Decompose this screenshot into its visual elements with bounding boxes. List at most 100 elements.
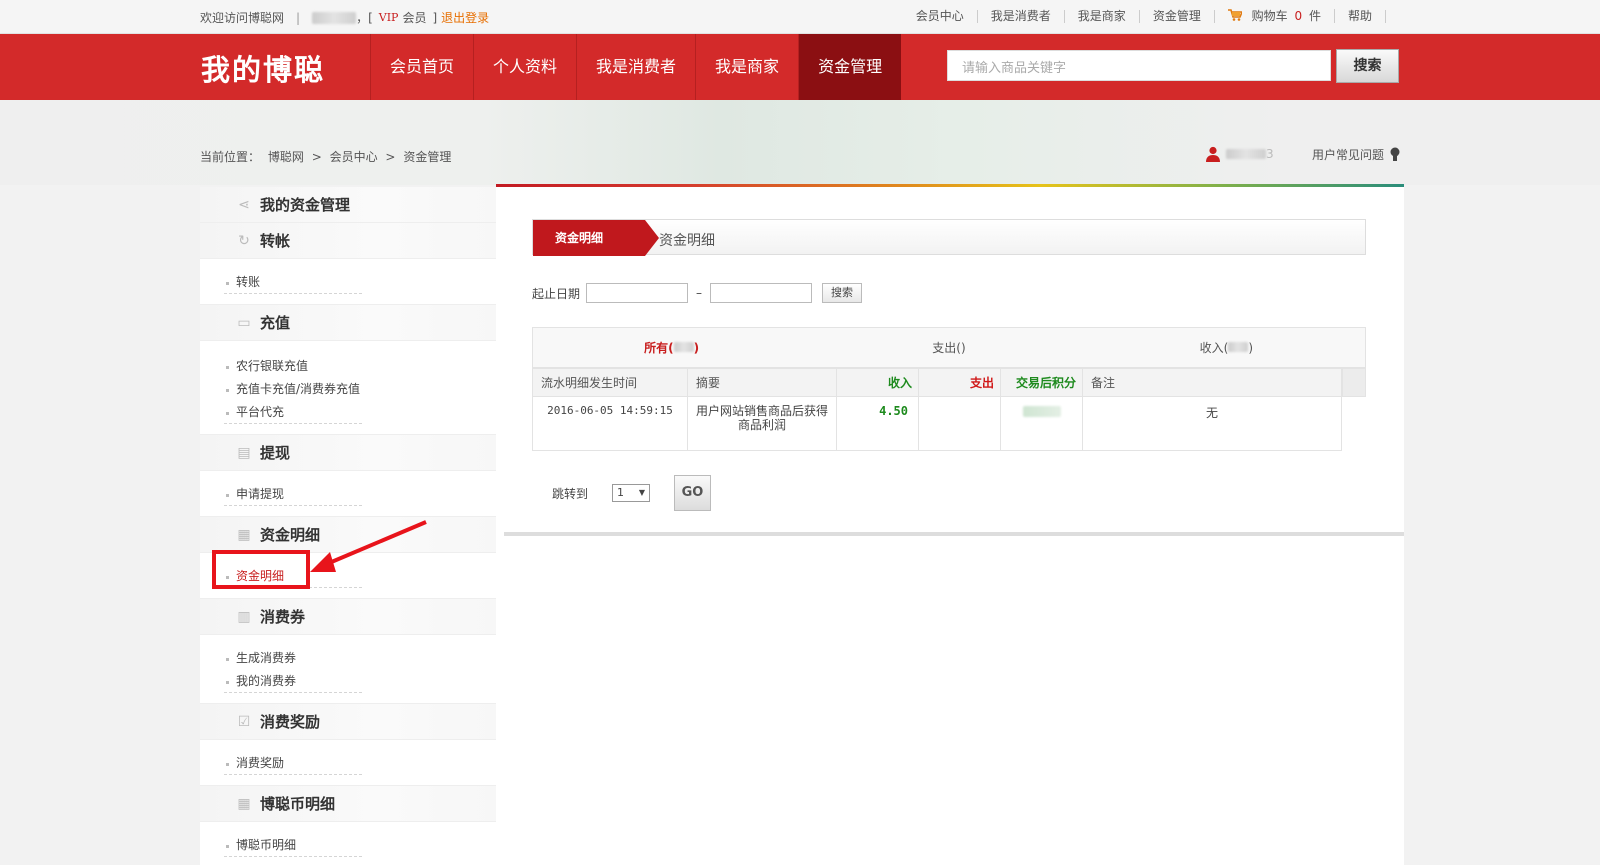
sidebar-group-title: ▭ 充值 bbox=[200, 305, 496, 341]
tab-title: 资金明细 bbox=[659, 233, 715, 249]
nav-member-home[interactable]: 会员首页 bbox=[370, 34, 473, 100]
annotation-arrow-icon bbox=[310, 520, 427, 572]
main-header: 我的博聪 会员首页 个人资料 我是消费者 我是商家 资金管理 请输入商品关键字 … bbox=[0, 34, 1600, 100]
member-label: 会员 bbox=[402, 11, 427, 25]
sidebar-item-card-recharge[interactable]: 充值卡充值/消费券充值 bbox=[224, 378, 384, 401]
vip-bracket-open: ，[ bbox=[356, 11, 373, 25]
breadcrumb: 当前位置： 博聪网 > 会员中心 > 资金管理 bbox=[200, 148, 455, 165]
breadcrumb-label: 当前位置： bbox=[200, 150, 261, 164]
sidebar-group-title: ↻ 转帐 bbox=[200, 223, 496, 259]
col-expense: 支出 bbox=[918, 368, 1001, 397]
vip-badge: VIP bbox=[378, 11, 399, 24]
table-header-row: 流水明细发生时间 摘要 收入 支出 交易后积分 备注 bbox=[532, 368, 1342, 397]
tab-fund-detail[interactable]: 资金明细 bbox=[533, 220, 659, 256]
end-date-input[interactable] bbox=[710, 283, 813, 303]
sidebar-item-my-voucher[interactable]: 我的消费券 bbox=[224, 670, 362, 693]
date-filter: 起止日期 – 搜索 bbox=[532, 283, 863, 303]
col-time: 流水明细发生时间 bbox=[532, 368, 688, 397]
username-suffix: 3 bbox=[1266, 147, 1274, 161]
cart-count: 0 bbox=[1294, 9, 1303, 23]
date-search-button[interactable]: 搜索 bbox=[822, 283, 863, 303]
col-remark: 备注 bbox=[1082, 368, 1342, 397]
sidebar-sub-list: 转账 bbox=[200, 259, 496, 304]
top-bar: 欢迎访问博聪网 | ，[ VIP 会员 ] 退出登录 会员中心 我是消费者 我是… bbox=[0, 0, 1600, 34]
checkbox-icon: ☑ bbox=[237, 714, 251, 730]
ledger-icon: ▦ bbox=[237, 527, 251, 543]
site-logo[interactable]: 我的博聪 bbox=[201, 47, 325, 89]
nav-merchant[interactable]: 我是商家 bbox=[695, 34, 798, 100]
link-funds[interactable]: 资金管理 bbox=[1140, 9, 1215, 23]
map-icon: ▥ bbox=[237, 609, 251, 625]
sidebar-sub-list: 生成消费券 我的消费券 bbox=[200, 635, 496, 703]
breadcrumb-sep: > bbox=[385, 150, 396, 164]
sidebar-group-withdraw: ▤ 提现 申请提现 bbox=[200, 435, 496, 517]
fund-detail-table: 流水明细发生时间 摘要 收入 支出 交易后积分 备注 2016-06-05 14… bbox=[532, 368, 1342, 451]
content-divider bbox=[504, 532, 1404, 536]
welcome-text: 欢迎访问博聪网 bbox=[200, 11, 285, 25]
search-input[interactable]: 请输入商品关键字 bbox=[947, 50, 1331, 81]
sidebar-item-reward[interactable]: 消费奖励 bbox=[224, 752, 362, 775]
fund-table: 所有() 支出() 收入() 流水明细发生时间 摘要 收入 支出 交易后积分 备… bbox=[532, 327, 1366, 451]
page-select[interactable]: 1 bbox=[612, 484, 651, 502]
sidebar-group-reward: ☑ 消费奖励 消费奖励 bbox=[200, 704, 496, 786]
cart-icon bbox=[1227, 9, 1242, 21]
sidebar-item-create-voucher[interactable]: 生成消费券 bbox=[224, 647, 362, 670]
table-scrollbar[interactable] bbox=[1342, 368, 1366, 397]
table-row: 2016-06-05 14:59:15 用户网站销售商品后获得商品利润 4.50… bbox=[532, 396, 1342, 451]
separator: | bbox=[296, 10, 301, 25]
ledger-icon: ▦ bbox=[237, 796, 251, 812]
cell-time: 2016-06-05 14:59:15 bbox=[532, 396, 688, 451]
banner-background bbox=[0, 100, 1600, 185]
sidebar-group-title: ▥ 消费券 bbox=[200, 599, 496, 635]
sidebar-group-recharge: ▭ 充值 农行银联充值 充值卡充值/消费券充值 平台代充 bbox=[200, 305, 496, 435]
sidebar-item-coin-detail[interactable]: 博聪币明细 bbox=[224, 834, 362, 857]
sidebar-group-title: ☑ 消费奖励 bbox=[200, 704, 496, 740]
breadcrumb-item-funds[interactable]: 资金管理 bbox=[403, 150, 451, 164]
link-merchant[interactable]: 我是商家 bbox=[1065, 9, 1140, 23]
col-points-after: 交易后积分 bbox=[1000, 368, 1083, 397]
date-label: 起止日期 bbox=[532, 286, 581, 301]
sidebar-group-transfer: ↻ 转帐 转账 bbox=[200, 223, 496, 305]
logout-link[interactable]: 退出登录 bbox=[441, 9, 489, 26]
jump-label: 跳转到 bbox=[552, 486, 589, 501]
link-member-center[interactable]: 会员中心 bbox=[903, 9, 978, 23]
type-filter-tabs: 所有() 支出() 收入() bbox=[532, 327, 1366, 368]
go-button[interactable]: GO bbox=[674, 475, 712, 511]
annotation-highlight-box bbox=[212, 550, 310, 589]
breadcrumb-item-member[interactable]: 会员中心 bbox=[330, 150, 378, 164]
faq-link[interactable]: 用户常见问题 bbox=[1312, 146, 1400, 163]
sidebar-item-withdraw[interactable]: 申请提现 bbox=[224, 483, 362, 506]
link-help[interactable]: 帮助 bbox=[1335, 9, 1386, 23]
faq-label: 用户常见问题 bbox=[1312, 148, 1385, 162]
link-consumer[interactable]: 我是消费者 bbox=[978, 9, 1065, 23]
sidebar-item-proxy-recharge[interactable]: 平台代充 bbox=[224, 401, 362, 424]
filter-income[interactable]: 收入() bbox=[1088, 328, 1365, 367]
cart-label: 购物车 bbox=[1251, 9, 1288, 23]
sidebar-item-transfer[interactable]: 转账 bbox=[224, 271, 362, 294]
points-redacted bbox=[1022, 406, 1061, 417]
sidebar-title: ⋖ 我的资金管理 bbox=[200, 187, 496, 223]
nav-funds[interactable]: 资金管理 bbox=[798, 34, 902, 100]
sidebar-group-title: ▤ 提现 bbox=[200, 435, 496, 471]
sidebar-group-coin-detail: ▦ 博聪币明细 博聪币明细 bbox=[200, 786, 496, 865]
start-date-input[interactable] bbox=[586, 283, 689, 303]
breadcrumb-sep: > bbox=[311, 150, 322, 164]
cart-link[interactable]: 购物车 0 件 bbox=[1215, 9, 1335, 23]
share-icon: ⋖ bbox=[238, 197, 250, 213]
nav-consumer[interactable]: 我是消费者 bbox=[576, 34, 695, 100]
col-memo: 摘要 bbox=[687, 368, 837, 397]
sidebar-item-abc-recharge[interactable]: 农行银联充值 bbox=[224, 355, 362, 378]
cell-points-after bbox=[1000, 396, 1083, 451]
lightbulb-icon bbox=[1390, 147, 1400, 161]
username-redacted bbox=[312, 11, 357, 24]
filter-expense[interactable]: 支出() bbox=[810, 328, 1087, 367]
search-button[interactable]: 搜索 bbox=[1336, 49, 1399, 83]
nav-profile[interactable]: 个人资料 bbox=[473, 34, 576, 100]
filter-all[interactable]: 所有() bbox=[533, 328, 810, 367]
main-nav: 会员首页 个人资料 我是消费者 我是商家 资金管理 bbox=[370, 34, 902, 100]
username-redacted bbox=[1226, 149, 1266, 159]
breadcrumb-item-home[interactable]: 博聪网 bbox=[268, 150, 304, 164]
sidebar-group-voucher: ▥ 消费券 生成消费券 我的消费券 bbox=[200, 599, 496, 704]
refresh-icon: ↻ bbox=[238, 233, 250, 249]
top-bar-left: 欢迎访问博聪网 | ，[ VIP 会员 ] 退出登录 bbox=[200, 9, 489, 26]
